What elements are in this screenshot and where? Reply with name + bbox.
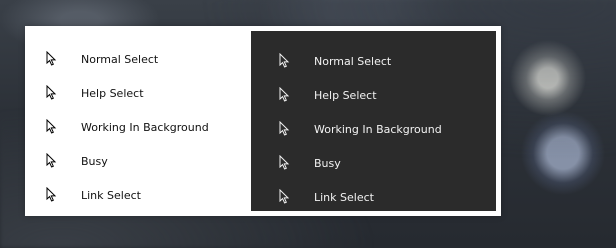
cursor-row-normal-select: Normal Select	[25, 51, 251, 71]
cursor-row-help-select: Help Select	[25, 85, 251, 105]
cursor-preview-card: Normal Select Help Select Working In Bac…	[25, 26, 501, 216]
cursor-label: Working In Background	[314, 123, 442, 136]
arrow-pointer-icon	[279, 189, 290, 204]
cursor-label: Busy	[314, 157, 341, 170]
cursor-label: Normal Select	[314, 55, 392, 68]
arrow-pointer-icon	[46, 153, 57, 168]
cursor-label: Link Select	[81, 189, 141, 202]
arrow-pointer-icon	[46, 85, 57, 100]
cursor-row-link-select: Link Select	[25, 187, 251, 207]
cursor-row-help-select: Help Select	[251, 87, 496, 107]
cursor-label: Help Select	[314, 89, 377, 102]
cursor-label: Normal Select	[81, 53, 159, 66]
light-theme-cursor-panel: Normal Select Help Select Working In Bac…	[25, 26, 251, 216]
cursor-label: Help Select	[81, 87, 144, 100]
cursor-row-normal-select: Normal Select	[251, 53, 496, 73]
cursor-label: Working In Background	[81, 121, 209, 134]
cursor-row-working-in-background: Working In Background	[251, 121, 496, 141]
dark-theme-cursor-panel: Normal Select Help Select Working In Bac…	[251, 31, 496, 211]
cursor-label: Link Select	[314, 191, 374, 204]
arrow-pointer-icon	[279, 155, 290, 170]
cursor-row-working-in-background: Working In Background	[25, 119, 251, 139]
cursor-row-link-select: Link Select	[251, 189, 496, 209]
arrow-pointer-icon	[279, 53, 290, 68]
arrow-pointer-icon	[279, 87, 290, 102]
cursor-row-busy: Busy	[251, 155, 496, 175]
arrow-pointer-icon	[46, 119, 57, 134]
arrow-pointer-icon	[46, 187, 57, 202]
cursor-label: Busy	[81, 155, 108, 168]
arrow-pointer-icon	[279, 121, 290, 136]
arrow-pointer-icon	[46, 51, 57, 66]
cursor-row-busy: Busy	[25, 153, 251, 173]
blurred-desktop-background: Normal Select Help Select Working In Bac…	[0, 0, 616, 248]
